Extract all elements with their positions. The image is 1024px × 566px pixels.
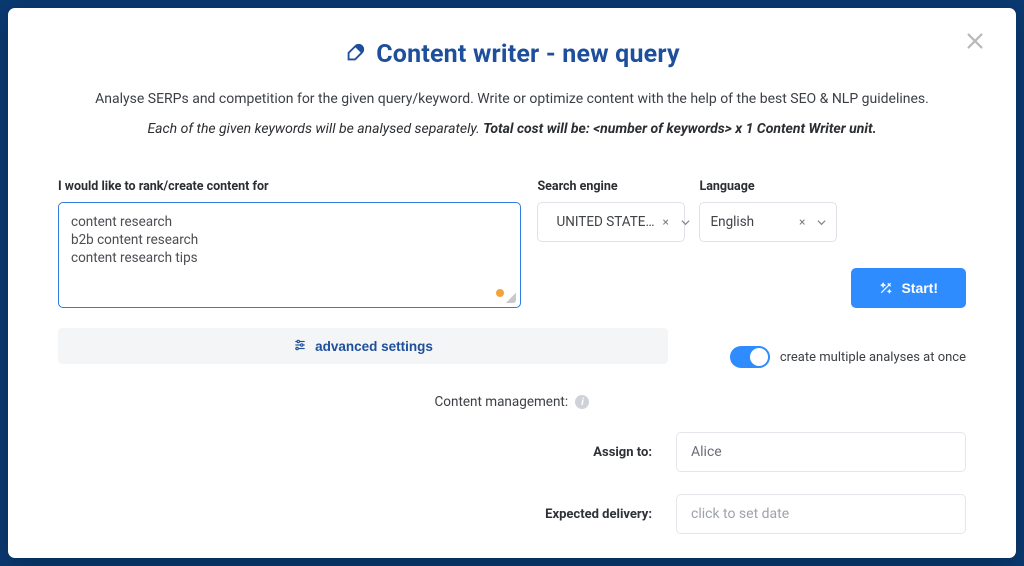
content-management-label: Content management: bbox=[435, 394, 569, 410]
expected-delivery-input[interactable]: click to set date bbox=[676, 494, 966, 534]
search-engine-label: Search engine bbox=[537, 179, 685, 194]
language-label: Language bbox=[699, 179, 837, 194]
sliders-icon bbox=[293, 338, 307, 355]
clear-search-engine-icon[interactable]: × bbox=[663, 215, 669, 229]
language-value: English bbox=[710, 214, 754, 230]
expected-delivery-placeholder: click to set date bbox=[691, 506, 789, 522]
chevron-down-icon bbox=[681, 218, 690, 227]
chevron-down-icon bbox=[817, 218, 826, 227]
wand-icon bbox=[879, 281, 893, 295]
start-button-label: Start! bbox=[901, 280, 938, 296]
assign-to-value: Alice bbox=[691, 444, 722, 460]
assign-to-label: Assign to: bbox=[462, 445, 652, 460]
cost-note-bold: Total cost will be: <number of keywords>… bbox=[483, 121, 876, 137]
language-select[interactable]: English × bbox=[699, 202, 837, 242]
clear-language-icon[interactable]: × bbox=[799, 215, 805, 229]
modal-title: Content writer - new query bbox=[376, 40, 680, 69]
assign-to-input[interactable]: Alice bbox=[676, 432, 966, 472]
resize-handle-icon[interactable] bbox=[506, 293, 516, 303]
content-writer-modal: Content writer - new query Analyse SERPs… bbox=[8, 8, 1016, 558]
search-engine-select[interactable]: UNITED STATE… × bbox=[537, 202, 685, 242]
keywords-label: I would like to rank/create content for bbox=[58, 179, 521, 194]
toggle-knob-icon bbox=[750, 348, 768, 366]
advanced-settings-label: advanced settings bbox=[315, 339, 433, 354]
keywords-input-wrap[interactable] bbox=[58, 202, 521, 308]
modal-description: Analyse SERPs and competition for the gi… bbox=[58, 91, 966, 107]
advanced-settings-button[interactable]: advanced settings bbox=[58, 328, 668, 364]
multiple-analyses-toggle[interactable] bbox=[730, 346, 770, 368]
close-icon[interactable] bbox=[964, 30, 992, 58]
start-button[interactable]: Start! bbox=[851, 268, 966, 308]
expected-delivery-label: Expected delivery: bbox=[462, 507, 652, 522]
search-engine-value: UNITED STATE… bbox=[556, 214, 654, 230]
multiple-analyses-label: create multiple analyses at once bbox=[780, 350, 966, 365]
cost-note-prefix: Each of the given keywords will be analy… bbox=[147, 121, 483, 137]
modal-cost-note: Each of the given keywords will be analy… bbox=[58, 121, 966, 137]
info-icon[interactable]: i bbox=[575, 395, 589, 409]
keywords-textarea[interactable] bbox=[71, 213, 508, 297]
feather-icon bbox=[344, 42, 366, 68]
